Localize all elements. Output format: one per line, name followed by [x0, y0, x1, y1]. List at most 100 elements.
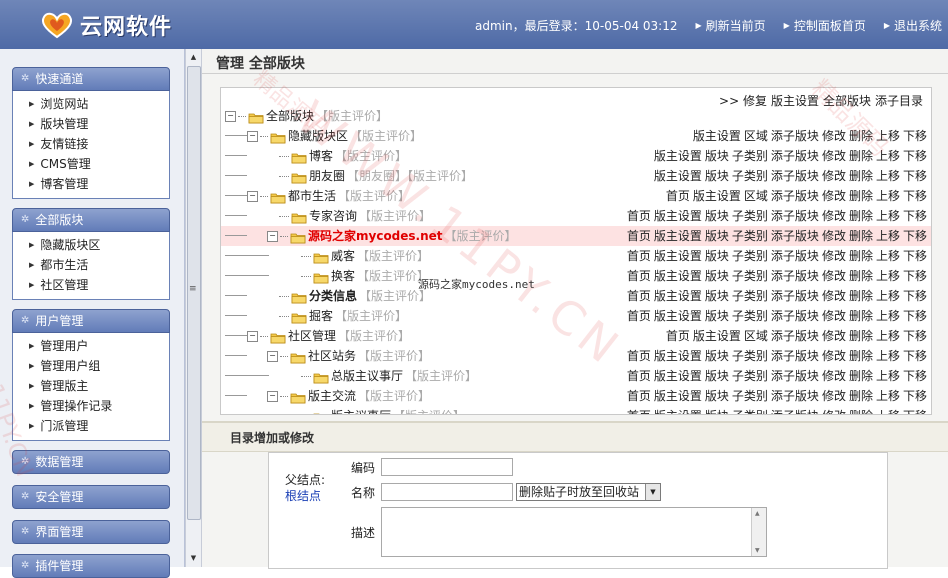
- row-action-link[interactable]: 版主设置: [654, 166, 702, 186]
- row-action-link[interactable]: 添子版块: [771, 126, 819, 146]
- row-action-link[interactable]: 删除: [849, 286, 873, 306]
- row-action-link[interactable]: 删除: [849, 226, 873, 246]
- row-action-link[interactable]: 添子版块: [771, 366, 819, 386]
- sidebar-item-community-manage[interactable]: ▶ 社区管理: [29, 275, 169, 295]
- row-action-link[interactable]: 删除: [849, 326, 873, 346]
- sidebar-item-board-manage[interactable]: ▶ 版块管理: [29, 114, 169, 134]
- row-action-link[interactable]: 子类别: [732, 146, 768, 166]
- collapse-toggle-icon[interactable]: −: [267, 230, 278, 242]
- sidebar-item-browse-site[interactable]: ▶ 浏览网站: [29, 94, 169, 114]
- moderator-rating-tag[interactable]: 【版主评价】: [338, 326, 410, 346]
- row-action-link[interactable]: 下移: [903, 306, 927, 326]
- sidebar-item-manage-moderators[interactable]: ▶ 管理版主: [29, 376, 169, 396]
- row-action-link[interactable]: 首页: [627, 246, 651, 266]
- row-action-link[interactable]: 版主设置: [693, 126, 741, 146]
- row-action-link[interactable]: 区域: [744, 326, 768, 346]
- root-node-link[interactable]: 根结点: [285, 487, 321, 504]
- row-action-link[interactable]: 添子版块: [771, 186, 819, 206]
- row-action-link[interactable]: 版主设置: [654, 266, 702, 286]
- row-action-link[interactable]: 下移: [903, 266, 927, 286]
- row-action-link[interactable]: 添子版块: [771, 386, 819, 406]
- row-action-link[interactable]: 添子版块: [771, 226, 819, 246]
- collapse-toggle-icon[interactable]: −: [225, 110, 236, 122]
- row-action-link[interactable]: 上移: [876, 286, 900, 306]
- row-action-link[interactable]: 子类别: [732, 266, 768, 286]
- row-action-link[interactable]: 修改: [822, 406, 846, 414]
- row-action-link[interactable]: 子类别: [732, 406, 768, 414]
- row-action-link[interactable]: 子类别: [732, 246, 768, 266]
- menu-header-quick-access[interactable]: ✲ 快速通道: [12, 67, 170, 91]
- row-action-link[interactable]: 删除: [849, 346, 873, 366]
- row-action-link[interactable]: 首页: [627, 306, 651, 326]
- row-action-link[interactable]: 版块: [705, 386, 729, 406]
- board-name-link[interactable]: 威客: [331, 246, 355, 266]
- board-name-link[interactable]: 版主交流: [308, 386, 356, 406]
- row-action-link[interactable]: 添子版块: [771, 266, 819, 286]
- row-action-link[interactable]: 区域: [744, 186, 768, 206]
- moderator-rating-tag[interactable]: 【版主评价】: [405, 366, 477, 386]
- row-action-link[interactable]: 版主设置: [654, 146, 702, 166]
- row-action-link[interactable]: 区域: [744, 126, 768, 146]
- row-action-link[interactable]: 修改: [822, 286, 846, 306]
- row-action-link[interactable]: 下移: [903, 286, 927, 306]
- row-action-link[interactable]: 添子版块: [771, 246, 819, 266]
- row-action-link[interactable]: 版块: [705, 226, 729, 246]
- textarea-scrollbar[interactable]: ▲ ▼: [751, 508, 766, 556]
- row-action-link[interactable]: 下移: [903, 406, 927, 414]
- row-action-link[interactable]: 删除: [849, 406, 873, 414]
- row-action-link[interactable]: 版主设置: [654, 286, 702, 306]
- sidebar-item-manage-user-groups[interactable]: ▶ 管理用户组: [29, 356, 169, 376]
- row-action-link[interactable]: 版主设置: [693, 326, 741, 346]
- moderator-rating-tag[interactable]: 【版主评价】: [357, 246, 429, 266]
- row-action-link[interactable]: 上移: [876, 246, 900, 266]
- board-name-link[interactable]: 换客: [331, 266, 355, 286]
- row-action-link[interactable]: 版块: [705, 346, 729, 366]
- row-action-link[interactable]: 版主设置: [654, 406, 702, 414]
- collapse-toggle-icon[interactable]: −: [267, 350, 278, 362]
- row-action-link[interactable]: 版块: [705, 406, 729, 414]
- row-action-link[interactable]: 修改: [822, 226, 846, 246]
- sidebar-item-sect-manage[interactable]: ▶ 门派管理: [29, 416, 169, 436]
- row-action-link[interactable]: 修改: [822, 386, 846, 406]
- row-action-link[interactable]: 版主设置: [654, 206, 702, 226]
- board-name-link[interactable]: 社区站务: [308, 346, 356, 366]
- collapse-toggle-icon[interactable]: −: [247, 330, 258, 342]
- row-action-link[interactable]: 修改: [822, 186, 846, 206]
- row-action-link[interactable]: 修改: [822, 346, 846, 366]
- row-action-link[interactable]: 版主设置: [654, 366, 702, 386]
- row-action-link[interactable]: 子类别: [732, 366, 768, 386]
- row-action-link[interactable]: 上移: [876, 306, 900, 326]
- board-name-link[interactable]: 都市生活: [288, 186, 336, 206]
- row-action-link[interactable]: 子类别: [732, 306, 768, 326]
- sidebar-item-blog-manage[interactable]: ▶ 博客管理: [29, 174, 169, 194]
- row-action-link[interactable]: 首页: [627, 266, 651, 286]
- row-action-link[interactable]: 首页: [627, 286, 651, 306]
- description-textarea[interactable]: ▲ ▼: [381, 507, 767, 557]
- row-action-link[interactable]: 下移: [903, 246, 927, 266]
- row-action-link[interactable]: 添子版块: [771, 286, 819, 306]
- row-action-link[interactable]: 版主设置: [654, 226, 702, 246]
- sidebar-item-friend-links[interactable]: ▶ 友情链接: [29, 134, 169, 154]
- sidebar-item-operation-log[interactable]: ▶ 管理操作记录: [29, 396, 169, 416]
- row-action-link[interactable]: 添子版块: [771, 166, 819, 186]
- row-action-link[interactable]: 修改: [822, 246, 846, 266]
- row-action-link[interactable]: 子类别: [732, 206, 768, 226]
- row-action-link[interactable]: 子类别: [732, 386, 768, 406]
- row-action-link[interactable]: 下移: [903, 146, 927, 166]
- row-action-link[interactable]: 首页: [627, 386, 651, 406]
- row-action-link[interactable]: 子类别: [732, 226, 768, 246]
- row-action-link[interactable]: 首页: [627, 206, 651, 226]
- row-action-link[interactable]: 添子版块: [771, 206, 819, 226]
- row-action-link[interactable]: 修改: [822, 306, 846, 326]
- board-name-link[interactable]: 总版主议事厅: [331, 366, 403, 386]
- moderator-rating-tag[interactable]: 【版主评价】: [335, 306, 407, 326]
- collapse-toggle-icon[interactable]: −: [267, 390, 278, 402]
- moderator-rating-tag[interactable]: 【版主评价】: [358, 386, 430, 406]
- menu-header-ui-manage[interactable]: ✲ 界面管理: [12, 520, 170, 544]
- moderator-rating-tag[interactable]: 【版主评价】: [393, 406, 465, 414]
- row-action-link[interactable]: 添子版块: [771, 306, 819, 326]
- row-action-link[interactable]: 上移: [876, 346, 900, 366]
- splitter-grip-icon[interactable]: ≡: [189, 284, 197, 294]
- sidebar-item-hidden-area[interactable]: ▶ 隐藏版块区: [29, 235, 169, 255]
- row-action-link[interactable]: 子类别: [732, 166, 768, 186]
